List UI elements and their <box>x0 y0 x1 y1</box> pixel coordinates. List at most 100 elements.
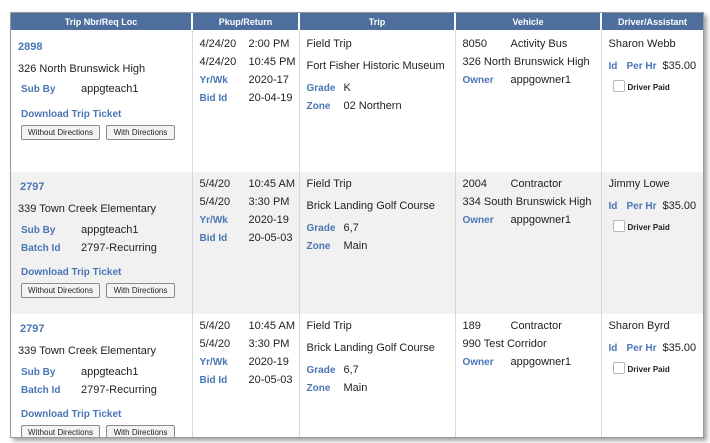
per-hr-label: Per Hr <box>626 201 657 212</box>
bid-id-value: 20-05-03 <box>248 232 293 244</box>
trip-info-cell: Field Trip Fort Fisher Historic Museum G… <box>299 30 456 172</box>
without-directions-button[interactable]: Without Directions <box>21 283 100 298</box>
trip-number-link[interactable]: 2797 <box>20 181 44 193</box>
yrwk-value: 2020-19 <box>248 214 289 226</box>
return-time: 10:45 PM <box>248 56 296 68</box>
col-driver[interactable]: Driver/Assistant <box>601 13 703 30</box>
trip-table: Trip Nbr/Req Loc Pkup/Return Trip Vehicl… <box>11 13 703 437</box>
id-label: Id <box>608 343 618 354</box>
col-vehicle[interactable]: Vehicle <box>455 13 602 30</box>
vehicle-number: 189 <box>462 320 481 332</box>
pkup-date: 5/4/20 <box>199 178 231 190</box>
trip-number-link[interactable]: 2797 <box>20 323 44 335</box>
driver-cell: Sharon Byrd Id Per Hr $35.00 Driver Paid <box>601 314 703 437</box>
download-trip-ticket-link[interactable]: Download Trip Ticket <box>21 109 121 120</box>
with-directions-button[interactable]: With Directions <box>106 125 175 140</box>
owner-label: Owner <box>462 357 494 368</box>
without-directions-button[interactable]: Without Directions <box>21 425 100 437</box>
per-hr-label: Per Hr <box>626 61 657 72</box>
driver-name[interactable]: Sharon Webb <box>609 38 676 50</box>
yrwk-value: 2020-19 <box>248 356 289 368</box>
download-trip-ticket-link[interactable]: Download Trip Ticket <box>21 409 121 420</box>
zone-label: Zone <box>306 241 331 252</box>
trip-type: Field Trip <box>306 320 352 332</box>
driver-paid-checkbox[interactable] <box>612 80 625 92</box>
driver-paid-label: Driver Paid <box>627 83 670 92</box>
driver-cell: Sharon Webb Id Per Hr $35.00 Driver Paid <box>601 30 703 172</box>
yrwk-label: Yr/Wk <box>199 357 228 368</box>
pkup-cell: 5/4/20 10:45 AM 5/4/20 3:30 PM Yr/Wk 202… <box>192 172 300 314</box>
grade-label: Grade <box>306 83 336 94</box>
sub-by-label: Sub By <box>21 367 56 378</box>
vehicle-type: Contractor <box>510 178 562 190</box>
pkup-time: 10:45 AM <box>248 178 295 190</box>
trip-info-cell: Field Trip Brick Landing Golf Course Gra… <box>299 314 456 437</box>
per-hr-label: Per Hr <box>626 343 657 354</box>
zone-value: 02 Northern <box>343 100 402 112</box>
zone-label: Zone <box>306 383 331 394</box>
return-time: 3:30 PM <box>248 196 290 208</box>
trip-table-panel: Trip Nbr/Req Loc Pkup/Return Trip Vehicl… <box>10 12 704 438</box>
req-location: 339 Town Creek Elementary <box>18 345 156 357</box>
batch-id-label: Batch Id <box>21 243 61 254</box>
driver-paid-label: Driver Paid <box>627 223 670 232</box>
vehicle-type: Activity Bus <box>510 38 568 50</box>
bid-id-value: 20-05-03 <box>248 374 293 386</box>
trip-number-link[interactable]: 2898 <box>18 41 42 53</box>
vehicle-type: Contractor <box>510 320 562 332</box>
bid-id-label: Bid Id <box>199 375 228 386</box>
yrwk-value: 2020-17 <box>248 74 289 86</box>
with-directions-button[interactable]: With Directions <box>106 425 175 437</box>
trip-cell: 2797 339 Town Creek Elementary Sub By ap… <box>11 314 193 437</box>
trip-destination: Brick Landing Golf Course <box>306 200 435 212</box>
grade-value: 6,7 <box>343 222 359 234</box>
col-trip[interactable]: Trip <box>299 13 456 30</box>
vehicle-location: 334 South Brunswick High <box>462 196 592 208</box>
owner-value: appgowner1 <box>510 214 572 226</box>
return-date: 5/4/20 <box>199 196 231 208</box>
vehicle-location: 990 Test Corridor <box>462 338 547 350</box>
zone-value: Main <box>343 240 368 252</box>
bid-id-label: Bid Id <box>199 233 228 244</box>
batch-id-value: 2797-Recurring <box>81 384 157 396</box>
sub-by-value: appgteach1 <box>81 224 139 236</box>
zone-value: Main <box>343 382 368 394</box>
trip-info-cell: Field Trip Brick Landing Golf Course Gra… <box>299 172 456 314</box>
id-label: Id <box>608 61 618 72</box>
sub-by-label: Sub By <box>21 225 56 236</box>
trip-destination: Fort Fisher Historic Museum <box>306 60 445 72</box>
col-pkup-return[interactable]: Pkup/Return <box>192 13 300 30</box>
yrwk-label: Yr/Wk <box>199 75 228 86</box>
with-directions-button[interactable]: With Directions <box>106 283 175 298</box>
req-location: 339 Town Creek Elementary <box>18 203 156 215</box>
driver-cell: Jimmy Lowe Id Per Hr $35.00 Driver Paid <box>601 172 703 314</box>
bid-id-label: Bid Id <box>199 93 228 104</box>
download-trip-ticket-link[interactable]: Download Trip Ticket <box>21 267 121 278</box>
sub-by-value: appgteach1 <box>81 366 139 378</box>
trip-type: Field Trip <box>306 178 352 190</box>
pkup-date: 4/24/20 <box>199 38 237 50</box>
vehicle-number: 8050 <box>462 38 487 50</box>
driver-paid-checkbox[interactable] <box>612 362 625 374</box>
return-date: 5/4/20 <box>199 338 231 350</box>
driver-paid-checkbox[interactable] <box>612 220 625 232</box>
bid-id-value: 20-04-19 <box>248 92 293 104</box>
pkup-date: 5/4/20 <box>199 320 231 332</box>
without-directions-button[interactable]: Without Directions <box>21 125 100 140</box>
grade-label: Grade <box>306 223 336 234</box>
per-hr-value: $35.00 <box>662 60 697 72</box>
pkup-cell: 5/4/20 10:45 AM 5/4/20 3:30 PM Yr/Wk 202… <box>192 314 300 437</box>
col-trip-nbr[interactable]: Trip Nbr/Req Loc <box>11 13 193 30</box>
owner-label: Owner <box>462 215 494 226</box>
trip-cell: 2898 326 North Brunswick High Sub By app… <box>11 30 193 172</box>
owner-label: Owner <box>462 75 494 86</box>
driver-paid-label: Driver Paid <box>627 365 670 374</box>
driver-name[interactable]: Sharon Byrd <box>609 320 670 332</box>
pkup-time: 2:00 PM <box>248 38 290 50</box>
grade-label: Grade <box>306 365 336 376</box>
driver-name[interactable]: Jimmy Lowe <box>609 178 670 190</box>
batch-id-value: 2797-Recurring <box>81 242 157 254</box>
per-hr-value: $35.00 <box>662 200 697 212</box>
table-header: Trip Nbr/Req Loc Pkup/Return Trip Vehicl… <box>11 13 703 30</box>
trip-destination: Brick Landing Golf Course <box>306 342 435 354</box>
